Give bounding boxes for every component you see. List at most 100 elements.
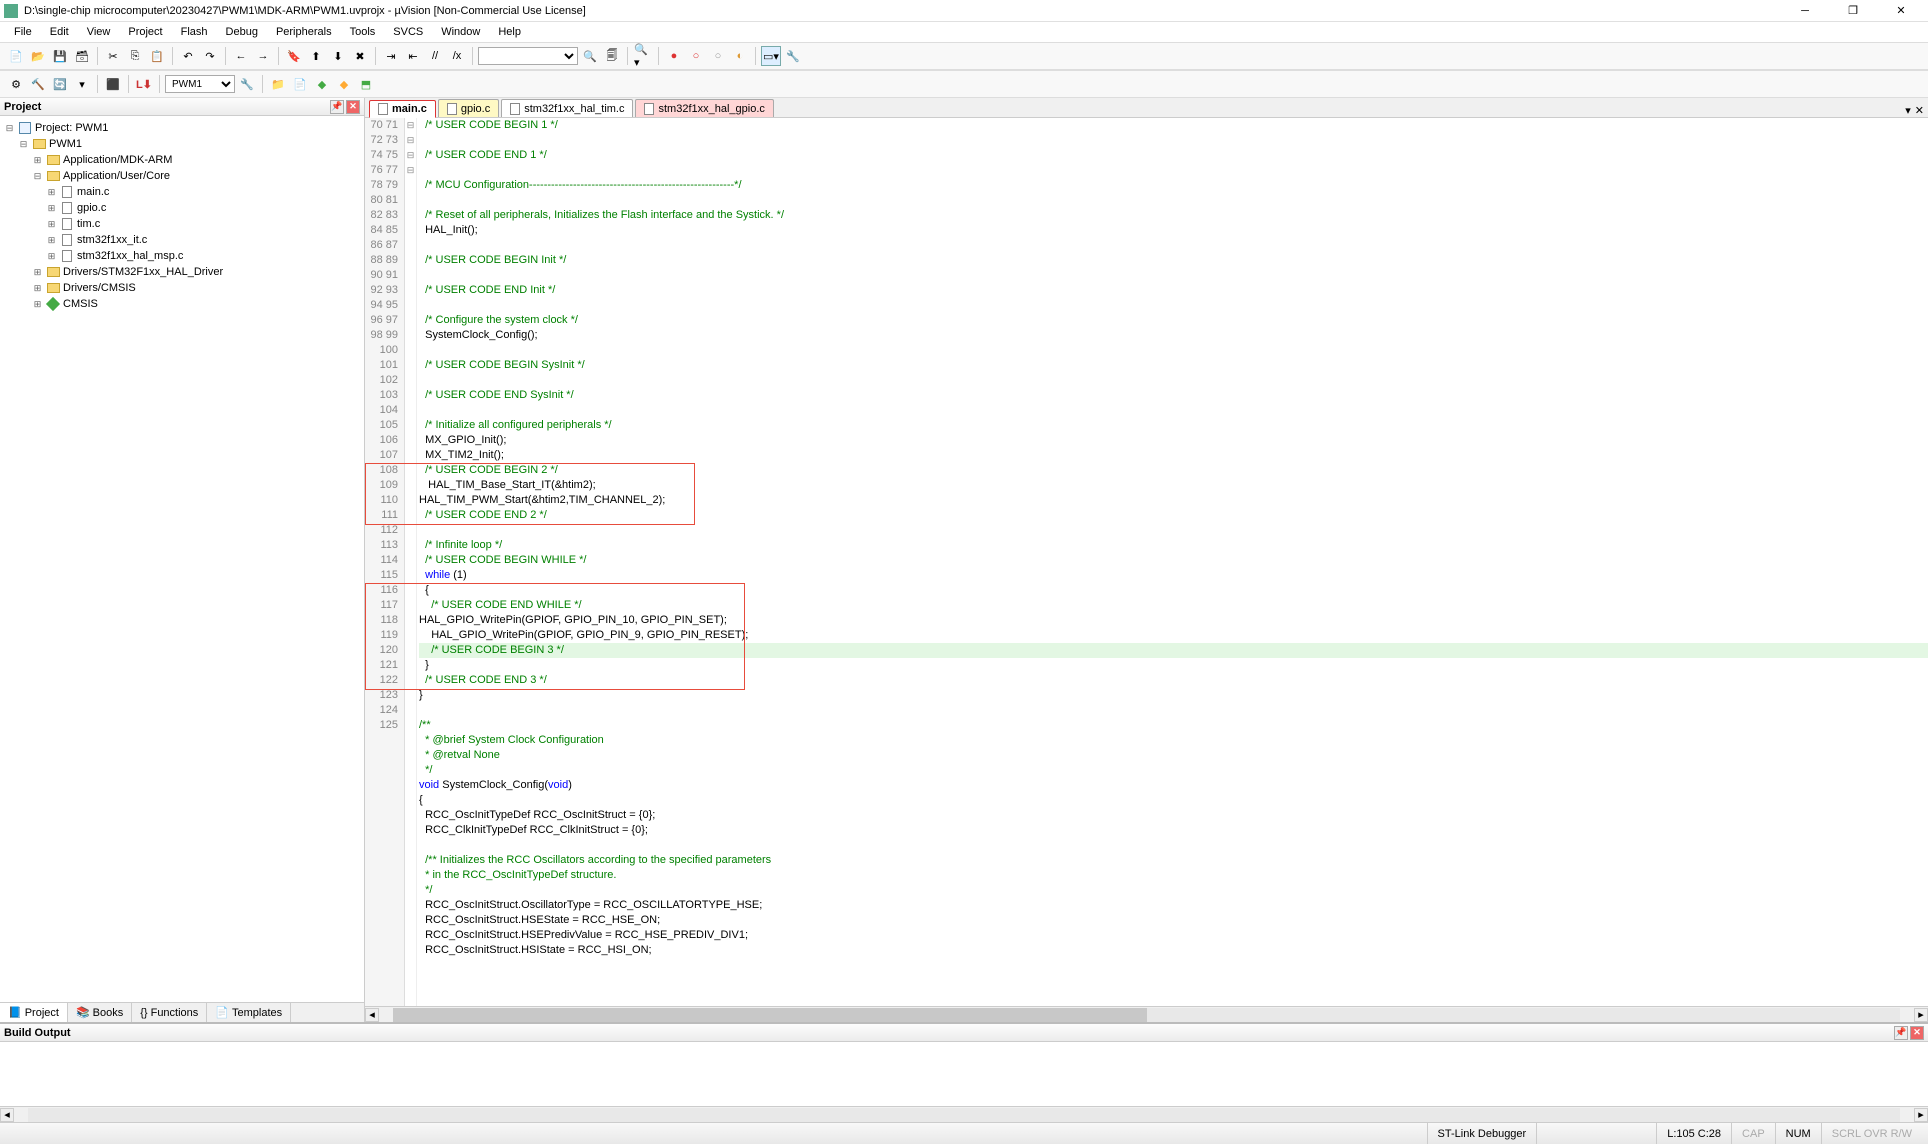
batch-build-icon[interactable]: ▾ [72,74,92,94]
status-cursor: L:105 C:28 [1656,1123,1731,1144]
menu-file[interactable]: File [6,24,40,40]
tree-target[interactable]: ⊟PWM1 [0,136,364,152]
select-packs-icon[interactable]: ◆ [334,74,354,94]
status-caps: CAP [1731,1123,1775,1144]
menu-tools[interactable]: Tools [342,24,384,40]
outdent-icon[interactable]: ⇤ [403,46,423,66]
build-output-body[interactable] [0,1042,1928,1106]
editor-area: main.cgpio.cstm32f1xx_hal_tim.cstm32f1xx… [365,98,1928,1022]
paste-icon[interactable]: 📋 [147,46,167,66]
code-editor[interactable]: 70 71 72 73 74 75 76 77 78 79 80 81 82 8… [365,118,1928,1006]
menu-view[interactable]: View [79,24,119,40]
breakpoint-kill-icon[interactable]: ◐ [730,46,750,66]
uncomment-icon[interactable]: /x [447,46,467,66]
tree-file[interactable]: ⊞tim.c [0,216,364,232]
find-in-files-icon[interactable]: 🗐 [602,46,622,66]
bottom-tab-books[interactable]: 📚Books [68,1003,132,1022]
menu-project[interactable]: Project [120,24,170,40]
file-tab[interactable]: stm32f1xx_hal_tim.c [501,99,633,117]
fold-column[interactable]: ⊟ ⊟ ⊟ ⊟ [405,118,417,1006]
manage-project-icon[interactable]: 📁 [268,74,288,94]
bookmark-clear-icon[interactable]: ✖ [350,46,370,66]
build-output-panel: Build Output 📌 ✕ ◂ ▸ [0,1022,1928,1122]
tab-close-icon[interactable]: ✕ [1915,104,1924,117]
breakpoint-disable-icon[interactable]: ○ [708,46,728,66]
redo-icon[interactable]: ↷ [200,46,220,66]
nav-fwd-icon[interactable]: → [253,46,273,66]
tree-group[interactable]: ⊞Application/MDK-ARM [0,152,364,168]
stop-build-icon[interactable]: ⬛ [103,74,123,94]
bottom-tab-templates[interactable]: 📄Templates [207,1003,291,1022]
code-content[interactable]: /* USER CODE BEGIN 1 */ /* USER CODE END… [417,118,1928,1006]
save-icon[interactable]: 💾 [50,46,70,66]
maximize-button[interactable]: ❐ [1838,1,1868,21]
pack-installer-icon[interactable]: ⬒ [356,74,376,94]
download-icon[interactable]: L⬇ [134,74,154,94]
bottom-tab-functions[interactable]: {}Functions [132,1003,207,1022]
file-icon [510,103,520,115]
panel-close-icon[interactable]: ✕ [346,100,360,114]
comment-icon[interactable]: // [425,46,445,66]
horizontal-scrollbar[interactable]: ◂ ▸ [365,1006,1928,1022]
target-options-icon[interactable]: 🔧 [237,74,257,94]
file-icon [378,103,388,115]
indent-icon[interactable]: ⇥ [381,46,401,66]
configure-icon[interactable]: 🔧 [783,46,803,66]
undo-icon[interactable]: ↶ [178,46,198,66]
find-icon[interactable]: 🔍 [580,46,600,66]
tree-project-root[interactable]: ⊟Project: PWM1 [0,120,364,136]
copy-icon[interactable]: ⎘ [125,46,145,66]
tree-group[interactable]: ⊞CMSIS [0,296,364,312]
cut-icon[interactable]: ✂ [103,46,123,66]
scroll-thumb[interactable] [393,1008,1147,1022]
tree-file[interactable]: ⊞stm32f1xx_it.c [0,232,364,248]
build-close-icon[interactable]: ✕ [1910,1026,1924,1040]
translate-icon[interactable]: ⚙ [6,74,26,94]
menu-help[interactable]: Help [490,24,529,40]
scroll-right-icon[interactable]: ▸ [1914,1008,1928,1022]
scroll-left-icon[interactable]: ◂ [365,1008,379,1022]
tab-dropdown-icon[interactable]: ▾ [1905,104,1911,117]
menu-flash[interactable]: Flash [173,24,216,40]
menu-svcs[interactable]: SVCS [385,24,431,40]
save-all-icon[interactable]: 🗃 [72,46,92,66]
build-scroll-left-icon[interactable]: ◂ [0,1108,14,1122]
panel-pin-icon[interactable]: 📌 [330,100,344,114]
debug-icon[interactable]: 🔍▾ [633,46,653,66]
build-scroll-right-icon[interactable]: ▸ [1914,1108,1928,1122]
bottom-tab-project[interactable]: 📘Project [0,1003,68,1022]
minimize-button[interactable]: ─ [1790,1,1820,21]
breakpoint-enable-icon[interactable]: ○ [686,46,706,66]
bookmark-prev-icon[interactable]: ⬆ [306,46,326,66]
tree-group[interactable]: ⊞Drivers/CMSIS [0,280,364,296]
find-combo[interactable] [478,47,578,65]
build-pin-icon[interactable]: 📌 [1894,1026,1908,1040]
target-select[interactable]: PWM1 [165,75,235,93]
window-layout-icon[interactable]: ▭▾ [761,46,781,66]
manage-rte-icon[interactable]: ◆ [312,74,332,94]
file-tab[interactable]: gpio.c [438,99,499,117]
file-tab[interactable]: stm32f1xx_hal_gpio.c [635,99,773,117]
menu-debug[interactable]: Debug [218,24,266,40]
open-file-icon[interactable]: 📂 [28,46,48,66]
nav-back-icon[interactable]: ← [231,46,251,66]
breakpoint-insert-icon[interactable]: ● [664,46,684,66]
menu-peripherals[interactable]: Peripherals [268,24,340,40]
tree-group[interactable]: ⊟Application/User/Core [0,168,364,184]
menu-window[interactable]: Window [433,24,488,40]
project-tree[interactable]: ⊟Project: PWM1⊟PWM1⊞Application/MDK-ARM⊟… [0,116,364,1002]
bookmark-next-icon[interactable]: ⬇ [328,46,348,66]
menu-edit[interactable]: Edit [42,24,77,40]
rebuild-icon[interactable]: 🔄 [50,74,70,94]
tree-file[interactable]: ⊞gpio.c [0,200,364,216]
file-ext-icon[interactable]: 📄 [290,74,310,94]
tree-group[interactable]: ⊞Drivers/STM32F1xx_HAL_Driver [0,264,364,280]
file-tab[interactable]: main.c [369,100,436,118]
tree-file[interactable]: ⊞main.c [0,184,364,200]
bookmark-icon[interactable]: 🔖 [284,46,304,66]
tree-file[interactable]: ⊞stm32f1xx_hal_msp.c [0,248,364,264]
build-icon[interactable]: 🔨 [28,74,48,94]
close-button[interactable]: ✕ [1886,1,1916,21]
build-scrollbar[interactable]: ◂ ▸ [0,1106,1928,1122]
new-file-icon[interactable]: 📄 [6,46,26,66]
